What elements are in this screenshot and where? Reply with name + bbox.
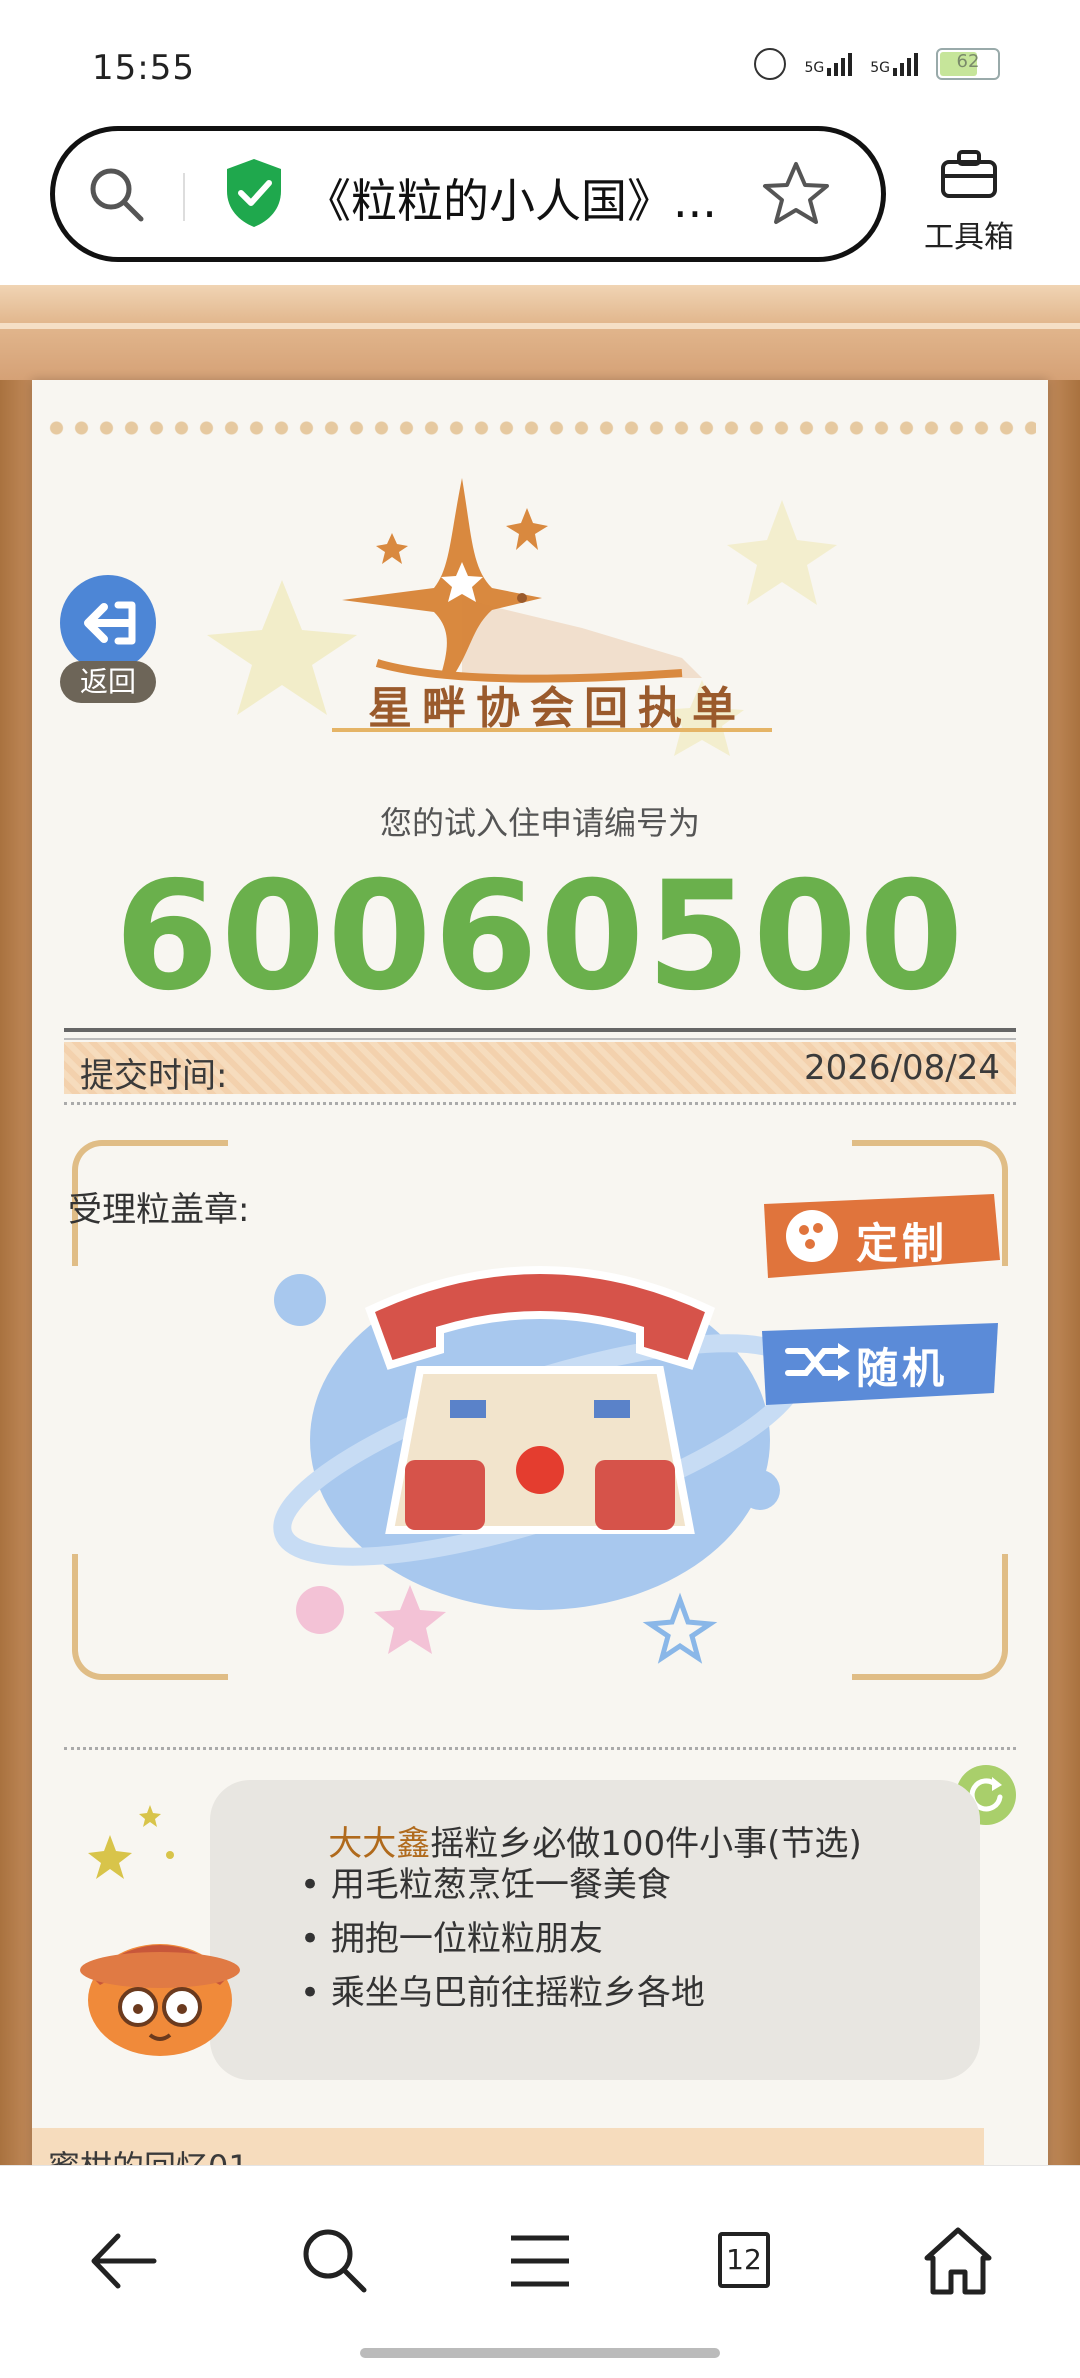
wood-shelf [0,285,1080,380]
back-label: 返回 [60,661,156,703]
browser-bottom-nav: 12 [0,2165,1080,2378]
tips-item: 用毛粒葱烹饪一餐美食 [300,1858,705,1912]
web-content: 星畔协会回执单 您的试入住申请编号为 60060500 提交时间: 2026/0… [0,285,1080,2165]
perforation-dots [44,420,1036,436]
bookmark-star-icon[interactable] [761,159,831,229]
alarm-icon [754,48,787,80]
battery-icon: 62 [936,48,1000,80]
submit-time-label: 提交时间: [80,1056,228,1096]
signal-icon-2: 5G [870,52,918,76]
divider-dotted [64,1102,1016,1105]
mascot-avatar [80,1944,240,2056]
memory-section-header[interactable]: 蜜柑的回忆01 [32,2128,984,2165]
tabs-icon: 12 [718,2232,770,2288]
application-number: 60060500 [114,850,966,1024]
divider-double [64,1028,1016,1040]
status-bar: 15:55 5G 5G 62 [0,0,1080,125]
signal-icon-1: 5G [804,52,853,76]
submit-time-row: 提交时间: 2026/08/24 [64,1042,1016,1096]
sparkle-icon [88,1805,174,1879]
random-button-label: 随机 [856,1344,949,1393]
telephone-stamp-image [273,1266,807,1664]
address-bar[interactable]: 《粒粒的小人国》... [50,126,886,262]
back-nav-icon[interactable] [78,2216,168,2306]
application-caption: 您的试入住申请编号为 [379,804,700,842]
home-indicator[interactable] [360,2348,720,2358]
logo-underline [332,728,772,732]
status-icons: 5G 5G 62 [754,48,1000,80]
random-button[interactable]: 随机 [754,1315,1004,1407]
stamp-label: 受理粒盖章: [68,1190,250,1230]
association-logo [342,478,702,683]
back-arrow-icon [60,575,156,671]
tabs-button[interactable]: 12 [700,2216,790,2306]
submit-time-value: 2026/08/24 [804,1048,1000,1088]
secure-shield-icon [227,159,281,227]
search-nav-icon[interactable] [290,2216,380,2306]
toolbox-label: 工具箱 [924,220,1014,255]
divider [183,173,185,221]
back-button[interactable]: 返回 [58,575,158,705]
tips-list: 用毛粒葱烹饪一餐美食 拥抱一位粒粒朋友 乘坐乌巴前往摇粒乡各地 [300,1858,705,2020]
logo-title: 星畔协会回执单 [368,683,746,734]
search-icon[interactable] [87,165,145,223]
status-time: 15:55 [92,48,195,88]
menu-icon[interactable] [495,2216,585,2306]
page-title[interactable]: 《粒粒的小人国》... [305,165,785,231]
tips-item: 乘坐乌巴前往摇粒乡各地 [300,1966,705,2020]
memory-section-title: 蜜柑的回忆01 [48,2142,249,2165]
toolbox-icon [941,150,997,198]
custom-button-label: 定制 [856,1219,949,1268]
custom-button[interactable]: 定制 [754,1190,1004,1282]
home-icon[interactable] [913,2216,1003,2306]
tips-item: 拥抱一位粒粒朋友 [300,1912,705,1966]
divider-dotted-2 [64,1747,1016,1750]
toolbox-button[interactable]: 工具箱 [914,148,1024,258]
tips-bubble: 大大鑫摇粒乡必做100件小事(节选) 用毛粒葱烹饪一餐美食 拥抱一位粒粒朋友 乘… [210,1780,980,2080]
